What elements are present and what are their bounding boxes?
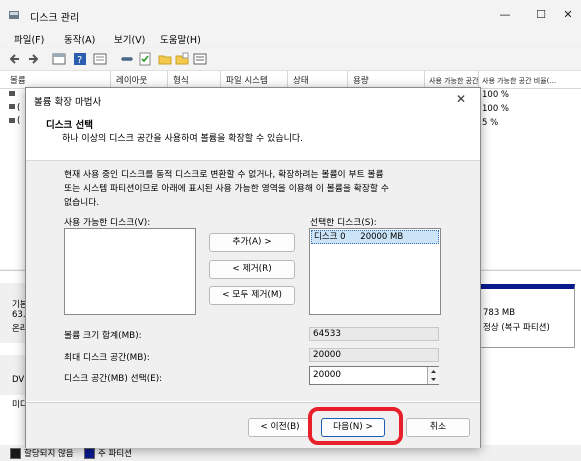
volume-name[interactable]: (	[17, 103, 20, 113]
volume-free-pct: 5 %	[482, 118, 499, 128]
remove-button[interactable]: < 제거(R)	[209, 260, 295, 279]
column-separator[interactable]	[287, 71, 288, 88]
column-capacity[interactable]: 용량	[353, 74, 369, 86]
select-space-label: 디스크 공간(MB) 선택(E):	[64, 374, 163, 384]
remove-all-button[interactable]: < 모두 제거(M)	[209, 286, 295, 305]
column-volume[interactable]: 볼륨	[10, 74, 26, 86]
stepper-buttons[interactable]	[427, 367, 439, 384]
next-button-highlight	[308, 407, 403, 445]
column-free-percent[interactable]: 사용 가능한 공간 비율(...	[482, 76, 556, 86]
connect-icon[interactable]	[120, 52, 134, 66]
column-free-space[interactable]: 사용 가능한 공간	[429, 76, 479, 86]
description-line: 현재 사용 중인 디스크를 동적 디스크로 변환할 수 없거나, 확장하려는 볼…	[64, 170, 384, 180]
primary-swatch	[84, 448, 95, 459]
legend-unallocated: 할당되지 않음	[24, 449, 74, 459]
description-line: 또는 시스템 파티션이므로 아래에 표시된 사용 가능한 영역을 이용해 이 볼…	[64, 184, 389, 194]
menu-action[interactable]: 동작(A)	[64, 32, 95, 46]
title-bar	[0, 0, 581, 30]
back-button[interactable]: < 이전(B)	[248, 418, 312, 437]
dialog-title: 볼륨 확장 마법사	[34, 97, 102, 108]
disk-name: 디스크 0	[314, 232, 346, 242]
extend-volume-wizard: 볼륨 확장 마법사 ✕ 디스크 선택 하나 이상의 디스크 공간을 사용하여 볼…	[25, 87, 481, 448]
list-view-icon[interactable]	[193, 52, 207, 66]
column-status[interactable]: 상태	[293, 74, 309, 86]
max-space-value: 20000	[309, 348, 439, 362]
column-separator[interactable]	[220, 71, 221, 88]
selected-disks-label: 선택한 디스크(S):	[310, 218, 377, 228]
volume-icon	[9, 118, 15, 123]
partition-size: 783 MB	[483, 308, 516, 318]
properties-icon[interactable]	[93, 52, 107, 66]
total-size-value: 64533	[309, 327, 439, 341]
window-title: 디스크 관리	[30, 13, 80, 24]
forward-arrow-icon[interactable]	[26, 52, 40, 66]
available-disks-list[interactable]	[64, 228, 196, 315]
volume-icon	[9, 91, 15, 96]
legend-primary: 주 파티션	[98, 449, 132, 459]
svg-text:?: ?	[77, 55, 82, 66]
volume-icon	[9, 104, 15, 109]
max-space-label: 최대 디스크 공간(MB):	[64, 353, 150, 363]
column-separator[interactable]	[478, 71, 479, 88]
column-layout[interactable]: 레이아웃	[116, 74, 147, 86]
partition-status: 정상 (복구 파티션)	[483, 323, 550, 333]
available-disks-label: 사용 가능한 디스크(V):	[64, 218, 151, 228]
menu-help[interactable]: 도움말(H)	[160, 32, 201, 46]
menu-file[interactable]: 파일(F)	[14, 32, 44, 46]
disk-management-icon	[8, 9, 20, 21]
volume-name[interactable]: (	[17, 116, 20, 126]
maximize-button[interactable]: ☐	[534, 8, 548, 21]
add-button[interactable]: 추가(A) >	[209, 233, 295, 252]
toolbar	[0, 48, 581, 71]
folder-icon[interactable]	[158, 52, 172, 66]
description-line: 없습니다.	[64, 198, 100, 208]
minimize-button[interactable]: —	[498, 8, 512, 21]
cancel-button[interactable]: 취소	[406, 418, 470, 437]
volume-free-pct: 100 %	[482, 104, 510, 114]
column-separator[interactable]	[167, 71, 168, 88]
close-icon[interactable]: ✕	[456, 92, 466, 106]
checklist-icon[interactable]	[138, 52, 152, 66]
selected-disks-list[interactable]: 디스크 0 20000 MB	[309, 228, 441, 315]
wizard-description: 현재 사용 중인 디스크를 동적 디스크로 변환할 수 없거나, 확장하려는 볼…	[64, 168, 434, 210]
menu-view[interactable]: 보기(V)	[114, 32, 145, 46]
column-file-system[interactable]: 파일 시스템	[226, 74, 268, 86]
wizard-step-subtitle: 하나 이상의 디스크 공간을 사용하여 볼륨을 확장할 수 있습니다.	[62, 134, 304, 144]
column-separator[interactable]	[424, 71, 425, 88]
column-type[interactable]: 형식	[173, 74, 189, 86]
close-button[interactable]: ✕	[561, 8, 575, 21]
back-arrow-icon[interactable]	[8, 52, 22, 66]
volume-free-pct: 100 %	[482, 90, 510, 100]
console-tree-icon[interactable]	[52, 52, 66, 66]
disk-size: 20000 MB	[360, 232, 404, 242]
list-item[interactable]: 디스크 0 20000 MB	[311, 230, 439, 244]
total-size-label: 볼륨 크기 합계(MB):	[64, 331, 142, 341]
disk-size: 63.	[12, 310, 26, 320]
column-separator[interactable]	[347, 71, 348, 88]
wizard-step-title: 디스크 선택	[46, 120, 94, 131]
space-amount-stepper[interactable]: 20000	[309, 366, 439, 385]
new-folder-icon[interactable]	[175, 52, 189, 66]
unallocated-swatch	[10, 448, 21, 459]
column-separator[interactable]	[110, 71, 111, 88]
help-icon[interactable]: ?	[73, 52, 87, 66]
